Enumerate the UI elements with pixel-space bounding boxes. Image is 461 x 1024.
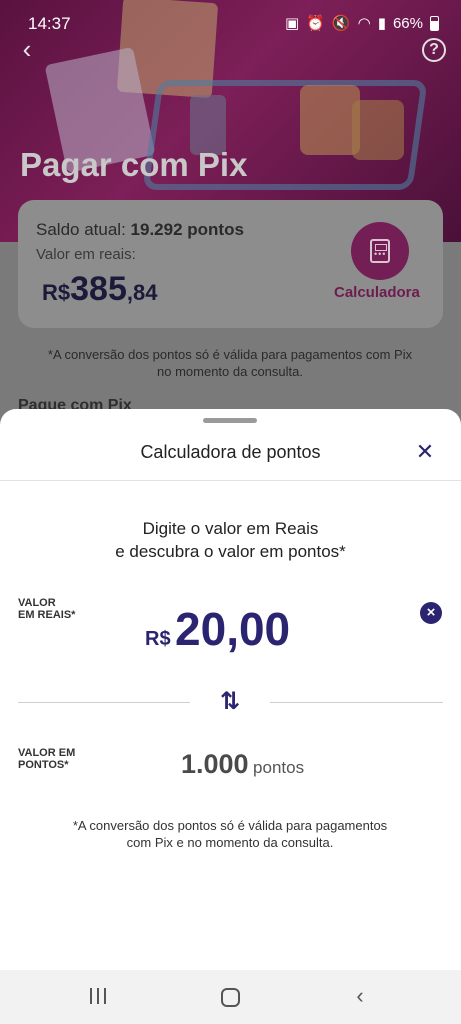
sheet-title: Calculadora de pontos	[140, 442, 321, 462]
signal-icon: ▮	[377, 15, 386, 32]
pontos-label-line-2: PONTOS*	[18, 759, 69, 771]
reais-label-line-1: VALOR	[18, 597, 56, 609]
calculator-label[interactable]: Calculadora	[334, 284, 420, 301]
divider	[0, 480, 461, 481]
close-icon[interactable]: ✕	[412, 439, 438, 465]
background-note: *A conversão dos pontos só é válida para…	[47, 347, 413, 379]
sheet-drag-handle[interactable]	[203, 418, 257, 423]
page-title: Pagar com Pix	[20, 146, 248, 183]
saldo-line: Saldo atual: 19.292 pontos	[36, 220, 244, 240]
reais-value[interactable]: 20,00	[175, 603, 290, 655]
balance-decimal: ,84	[126, 280, 158, 305]
saldo-value: 19.292 pontos	[130, 220, 244, 239]
balance-amount: R$385,84	[42, 270, 157, 309]
reais-label-line-2: EM REAIS*	[18, 609, 76, 621]
sheet-note-line-1: *A conversão dos pontos só é válida para…	[72, 818, 388, 833]
balance-integer: 385	[70, 270, 127, 308]
status-time: 14:37	[28, 14, 71, 33]
prompt-line-2: e descubra o valor em pontos*	[115, 542, 346, 561]
calculator-sheet: Calculadora de pontos ✕ Digite o valor e…	[0, 409, 461, 970]
nav-back-icon[interactable]: ‹	[350, 984, 370, 1008]
home-icon[interactable]	[221, 988, 240, 1007]
calculator-icon	[370, 239, 390, 263]
prompt-line-1: Digite o valor em Reais	[142, 519, 319, 538]
notification-icon: ▣	[285, 15, 300, 32]
battery-icon	[430, 15, 439, 31]
balance-currency: R$	[42, 280, 71, 305]
recents-icon[interactable]	[90, 988, 110, 1006]
navigation-bar: ‹	[0, 970, 461, 1024]
saldo-label: Saldo atual:	[36, 220, 126, 239]
noodle-cup-image-2	[352, 100, 404, 160]
sheet-prompt: Digite o valor em Reais e descubra o val…	[0, 517, 461, 563]
swap-vertical-icon[interactable]: ⇅	[217, 689, 243, 715]
reais-input[interactable]: R$ 20,00	[145, 602, 290, 656]
reais-field-label: VALOR EM REAIS*	[18, 597, 75, 621]
help-icon[interactable]: ?	[422, 38, 446, 62]
wifi-icon: ◠	[357, 15, 371, 32]
pontos-label-line-1: VALOR EM	[18, 747, 76, 759]
pontos-output: 1.000 pontos	[181, 749, 304, 780]
back-arrow-icon[interactable]: ‹	[12, 34, 42, 64]
valor-label: Valor em reais:	[36, 246, 136, 263]
mute-icon: 🔇	[331, 15, 351, 32]
sheet-note-line-2: com Pix e no momento da consulta.	[126, 835, 334, 850]
separator-right	[270, 702, 443, 703]
status-bar: 14:37 ▣ ⏰ 🔇 ◠ ▮ 66%	[0, 0, 461, 48]
clear-circle-icon[interactable]: ×	[420, 602, 442, 624]
pontos-field-label: VALOR EM PONTOS*	[18, 747, 75, 771]
status-icons: ▣ ⏰ 🔇 ◠ ▮ 66%	[285, 14, 439, 32]
battery-text: 66%	[392, 14, 423, 32]
calculator-button[interactable]	[351, 222, 409, 280]
balance-card: Saldo atual: 19.292 pontos Valor em reai…	[18, 200, 443, 328]
pontos-value: 1.000	[181, 749, 249, 779]
reais-currency: R$	[145, 628, 171, 650]
alarm-icon: ⏰	[306, 15, 325, 32]
pontos-unit: pontos	[253, 758, 305, 777]
sheet-note: *A conversão dos pontos só é válida para…	[40, 817, 420, 851]
separator-left	[18, 702, 190, 703]
noodle-cup-image	[300, 85, 360, 155]
